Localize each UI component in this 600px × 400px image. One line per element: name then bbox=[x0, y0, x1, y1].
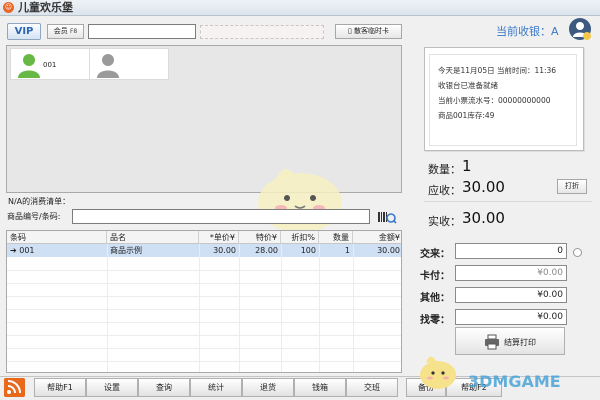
card-icon: ▯ bbox=[347, 27, 352, 35]
temp-card-label: 散客临时卡 bbox=[354, 27, 390, 35]
nav-return-button[interactable]: 退货 bbox=[242, 378, 294, 397]
column-header[interactable]: 条码 bbox=[7, 231, 107, 244]
receipt-line: 今天是11月05日 当前时间：11:36 bbox=[438, 66, 557, 75]
grid-line bbox=[7, 309, 401, 310]
mascot-icon bbox=[420, 356, 456, 389]
row-qty: 1 bbox=[344, 246, 350, 255]
code-input[interactable] bbox=[72, 209, 370, 224]
column-header[interactable]: 折扣% bbox=[281, 231, 319, 244]
current-cashier: 当前收银：A bbox=[496, 25, 559, 38]
pay-other-field[interactable]: ¥0.00 bbox=[455, 287, 567, 303]
grid-line bbox=[107, 244, 108, 372]
code-label: 商品编号/条码: bbox=[7, 212, 61, 221]
member-tile[interactable] bbox=[89, 48, 169, 80]
row-name: 商品示例 bbox=[110, 246, 142, 255]
qty-value: 1 bbox=[462, 157, 472, 175]
table-row[interactable]: ➔ 001 商品示例 30.00 28.00 100 1 30.00 bbox=[7, 244, 401, 257]
member-button-label: 会员 bbox=[53, 27, 68, 35]
column-header[interactable]: 金额¥ bbox=[353, 231, 401, 244]
pay-cash-field[interactable]: 0 bbox=[455, 243, 567, 259]
member-avatar-icon bbox=[15, 52, 43, 78]
member-button[interactable]: 会员 F8 bbox=[47, 24, 84, 39]
receipt-line: 当前小票流水号：00000000000 bbox=[438, 96, 551, 105]
grid-line bbox=[7, 296, 401, 297]
column-header[interactable]: 品名 bbox=[107, 231, 199, 244]
pay-label: 卡付： bbox=[420, 271, 450, 282]
due-value: 30.00 bbox=[462, 178, 505, 196]
grid-line bbox=[7, 270, 401, 271]
title-bar bbox=[0, 0, 600, 16]
member-input[interactable] bbox=[88, 24, 196, 39]
member-avatar-icon bbox=[94, 52, 122, 78]
app-icon: ☺ bbox=[3, 2, 14, 13]
column-header[interactable]: 数量 bbox=[319, 231, 353, 244]
list-title: N/A的消费清单： bbox=[8, 197, 71, 206]
grid-line bbox=[353, 244, 354, 372]
divider bbox=[424, 201, 592, 202]
grid-line bbox=[7, 283, 401, 284]
qty-label: 数量： bbox=[428, 163, 461, 176]
pay-card-field[interactable]: ¥0.00 bbox=[455, 265, 567, 281]
mascot-icon bbox=[258, 168, 342, 233]
grid-line bbox=[7, 361, 401, 362]
row-code: 001 bbox=[19, 246, 35, 255]
receipt-line: 收银台已准备就绪 bbox=[438, 81, 498, 90]
settle-print-label: 结算打印 bbox=[504, 338, 536, 347]
window-title: 儿童欢乐堡 bbox=[18, 1, 73, 14]
pay-label: 找零： bbox=[420, 315, 450, 326]
printer-icon bbox=[485, 334, 499, 350]
row-amount: 30.00 bbox=[377, 246, 400, 255]
cash-radio[interactable] bbox=[573, 248, 582, 257]
nav-shift-button[interactable]: 交班 bbox=[346, 378, 398, 397]
row-price: 30.00 bbox=[213, 246, 236, 255]
row-discount: 100 bbox=[300, 246, 316, 255]
received-value: 30.00 bbox=[462, 209, 505, 227]
pay-label: 交来： bbox=[420, 249, 450, 260]
nav-stats-button[interactable]: 统计 bbox=[190, 378, 242, 397]
grid-line bbox=[319, 244, 320, 372]
received-label: 实收： bbox=[428, 215, 461, 228]
scan-icon[interactable] bbox=[377, 210, 397, 224]
grid-line bbox=[7, 335, 401, 336]
pay-label: 其他： bbox=[420, 293, 450, 304]
discount-button[interactable]: 打折 bbox=[557, 179, 587, 194]
member-shortcut: F8 bbox=[69, 28, 78, 35]
row-arrow-icon: ➔ bbox=[10, 246, 17, 255]
table-header: 条码 品名 *单价¥ 特价¥ 折扣% 数量 金额¥ bbox=[7, 231, 401, 244]
nav-help-button[interactable]: 帮助F1 bbox=[34, 378, 86, 397]
user-icon[interactable] bbox=[568, 17, 592, 41]
watermark-logo: 3DMGAME bbox=[468, 372, 561, 391]
consumption-table: 条码 品名 *单价¥ 特价¥ 折扣% 数量 金额¥ ➔ 001 商品示例 30.… bbox=[6, 230, 402, 373]
grid-line bbox=[7, 322, 401, 323]
member-tile[interactable]: 001 bbox=[10, 48, 90, 80]
nav-cashbox-button[interactable]: 钱箱 bbox=[294, 378, 346, 397]
nav-query-button[interactable]: 查询 bbox=[138, 378, 190, 397]
nav-settings-button[interactable]: 设置 bbox=[86, 378, 138, 397]
due-label: 应收： bbox=[428, 184, 461, 197]
receipt-inner: 今天是11月05日 当前时间：11:36 收银台已准备就绪 当前小票流水号：00… bbox=[429, 54, 577, 146]
grid-line bbox=[239, 244, 240, 372]
vip-button[interactable]: VIP bbox=[7, 23, 41, 40]
column-header[interactable]: 特价¥ bbox=[239, 231, 281, 244]
member-tile-label: 001 bbox=[43, 61, 57, 69]
change-field: ¥0.00 bbox=[455, 309, 567, 325]
grid-line bbox=[281, 244, 282, 372]
column-header[interactable]: *单价¥ bbox=[199, 231, 239, 244]
row-code-cell: ➔ 001 bbox=[7, 244, 107, 257]
temp-card-button[interactable]: ▯ 散客临时卡 bbox=[335, 24, 402, 39]
grid-line bbox=[7, 348, 401, 349]
row-special: 28.00 bbox=[255, 246, 278, 255]
member-info-box bbox=[200, 25, 324, 39]
rss-icon[interactable] bbox=[4, 378, 25, 397]
receipt-line: 商品001库存:49 bbox=[438, 111, 495, 120]
receipt-preview: 今天是11月05日 当前时间：11:36 收银台已准备就绪 当前小票流水号：00… bbox=[424, 47, 584, 151]
settle-print-button[interactable]: 结算打印 bbox=[455, 327, 565, 355]
grid-line bbox=[199, 244, 200, 372]
